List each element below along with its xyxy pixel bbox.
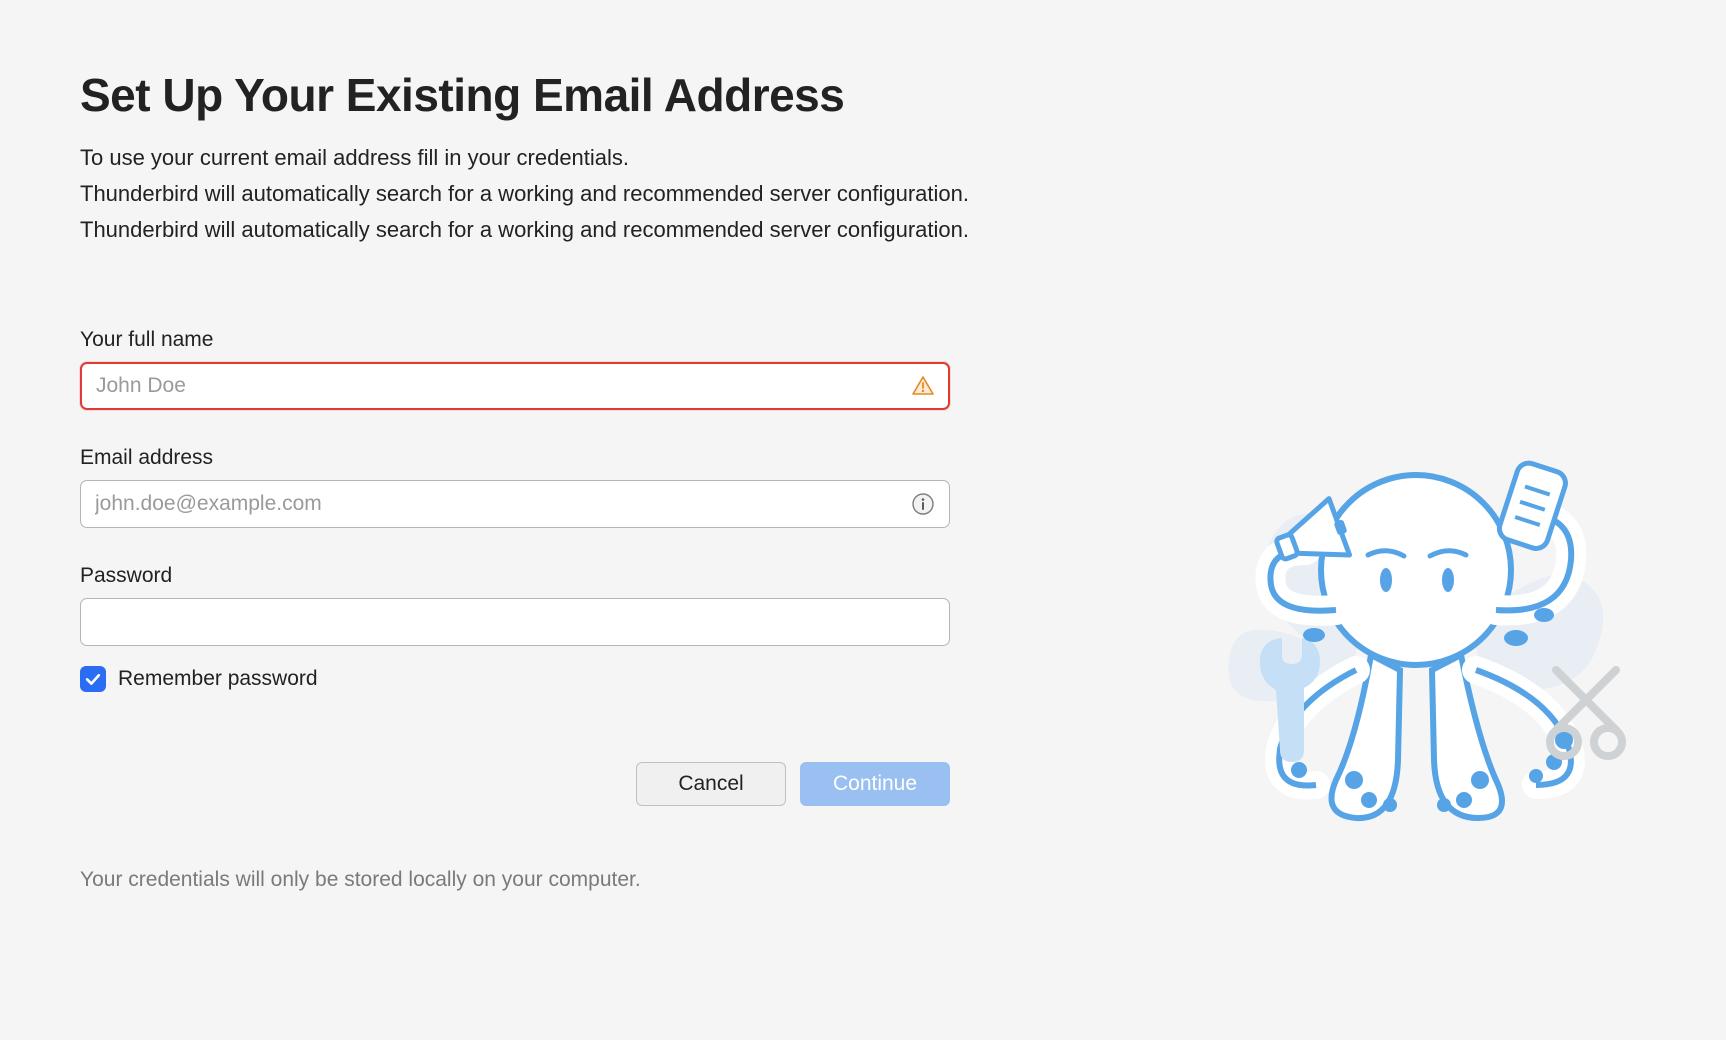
wrench-icon (1260, 638, 1320, 762)
full-name-input[interactable] (80, 362, 950, 410)
password-input-wrap (80, 598, 950, 646)
email-field: Email address (80, 446, 950, 528)
full-name-input-wrap (80, 362, 950, 410)
password-input[interactable] (80, 598, 950, 646)
cancel-button[interactable]: Cancel (636, 762, 786, 806)
email-input-wrap (80, 480, 950, 528)
account-setup-page: Set Up Your Existing Email Address To us… (0, 0, 1726, 1040)
full-name-field: Your full name (80, 328, 950, 410)
info-icon[interactable] (910, 491, 936, 517)
remember-password-label: Remember password (118, 667, 318, 691)
scissors-icon (1550, 670, 1622, 756)
footer-note: Your credentials will only be stored loc… (80, 868, 1646, 892)
password-label: Password (80, 564, 950, 588)
intro-line: Thunderbird will automatically search fo… (80, 212, 1646, 248)
full-name-label: Your full name (80, 328, 950, 352)
page-title: Set Up Your Existing Email Address (80, 68, 1646, 122)
remember-password-checkbox[interactable] (80, 666, 106, 692)
password-field: Password (80, 564, 950, 646)
credentials-form: Your full name Email address (80, 328, 950, 692)
continue-button[interactable]: Continue (800, 762, 950, 806)
button-row: Cancel Continue (80, 762, 950, 806)
intro-line: To use your current email address fill i… (80, 140, 1646, 176)
octopus-illustration (1186, 440, 1646, 840)
warning-icon (910, 373, 936, 399)
intro-text: To use your current email address fill i… (80, 140, 1646, 248)
intro-line: Thunderbird will automatically search fo… (80, 176, 1646, 212)
email-input[interactable] (80, 480, 950, 528)
remember-password-row: Remember password (80, 666, 950, 692)
email-label: Email address (80, 446, 950, 470)
